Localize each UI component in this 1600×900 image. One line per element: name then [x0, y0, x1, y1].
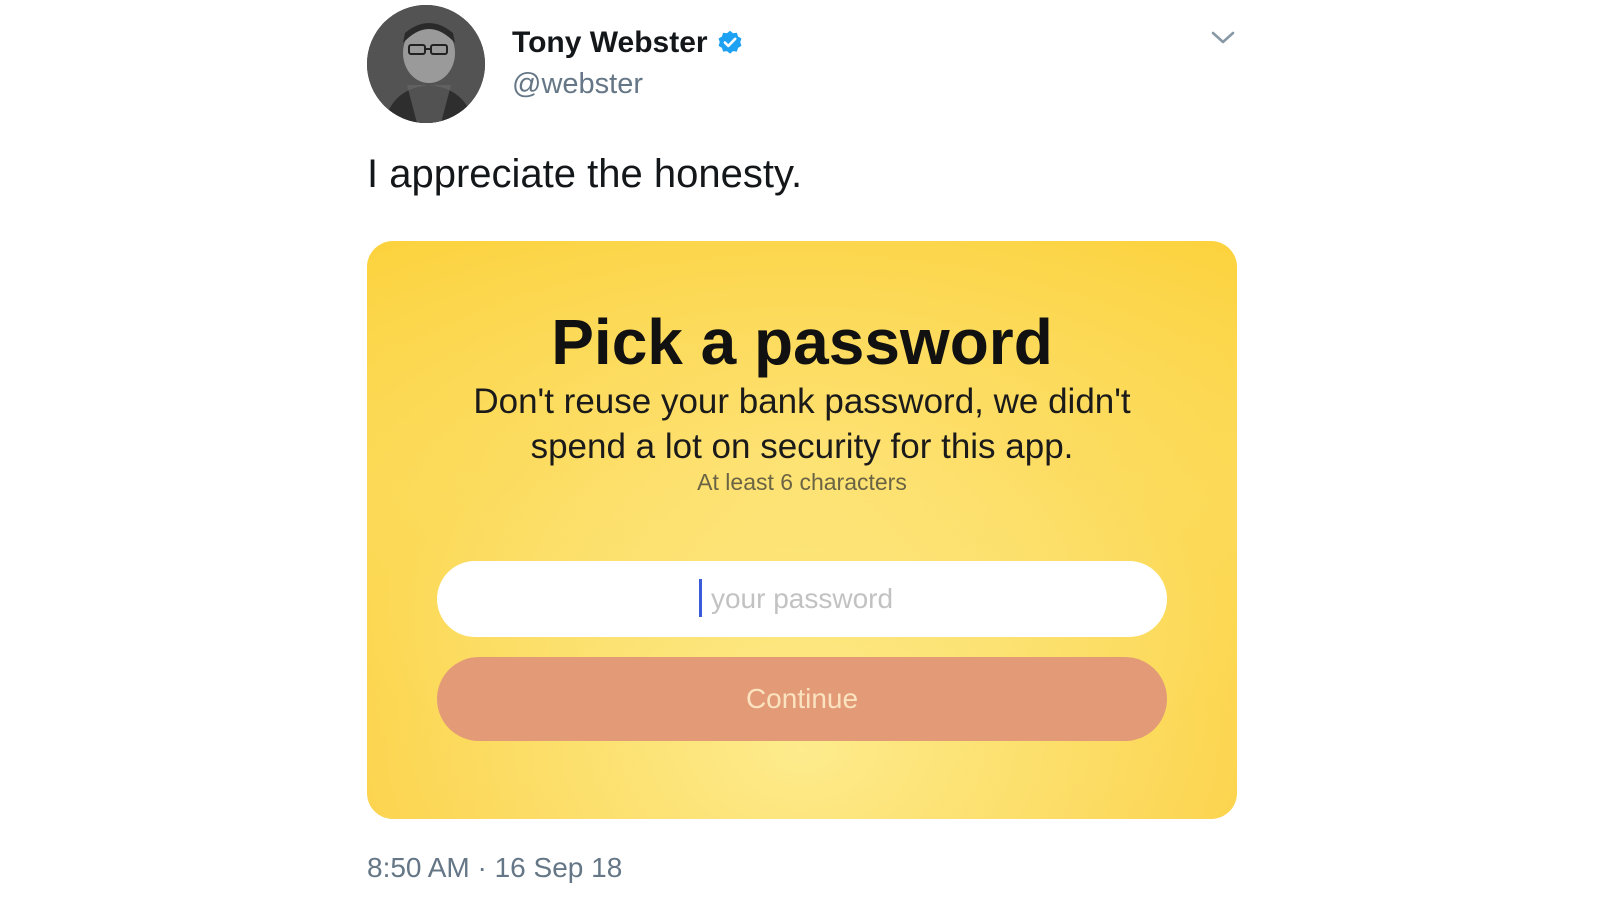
continue-button[interactable]: Continue: [437, 657, 1167, 741]
tweet-text: I appreciate the honesty.: [367, 152, 803, 196]
chevron-down-icon[interactable]: [1209, 28, 1237, 48]
embedded-image-card[interactable]: Pick a password Don't reuse your bank pa…: [367, 241, 1237, 819]
card-title: Pick a password: [551, 306, 1053, 378]
card-subtitle: Don't reuse your bank password, we didn'…: [367, 379, 1237, 469]
user-handle[interactable]: @webster: [512, 68, 643, 101]
display-name[interactable]: Tony Webster: [512, 26, 708, 60]
tweet-timestamp[interactable]: 8:50 AM · 16 Sep 18: [367, 852, 622, 884]
text-caret: [699, 579, 702, 617]
password-input[interactable]: [437, 561, 1167, 637]
name-row: Tony Webster: [512, 26, 744, 60]
card-subtitle-line-2: spend a lot on security for this app.: [530, 427, 1074, 466]
avatar[interactable]: [367, 5, 485, 123]
verified-badge-icon: [716, 29, 744, 57]
password-hint: At least 6 characters: [697, 469, 907, 495]
card-subtitle-line-1: Don't reuse your bank password, we didn'…: [473, 382, 1131, 421]
tweet: Tony Webster @webster I appreciate the h…: [367, 0, 1237, 900]
